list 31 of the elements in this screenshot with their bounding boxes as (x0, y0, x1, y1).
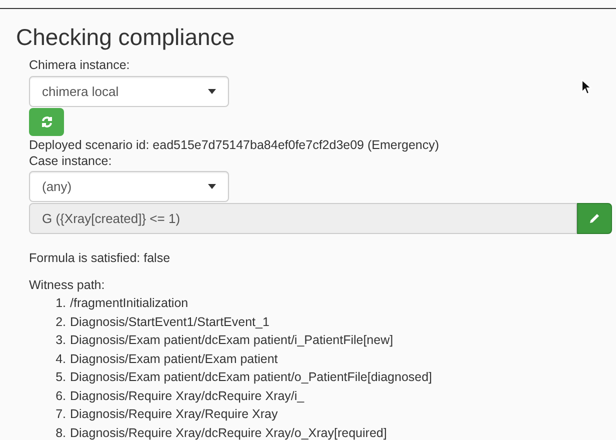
edit-button[interactable] (577, 203, 612, 234)
page-title: Checking compliance (16, 23, 236, 51)
step-number: 5. (54, 369, 66, 386)
step-number: 7. (54, 406, 66, 423)
caret-icon (208, 184, 216, 189)
witness-step: /fragmentInitialization (70, 294, 188, 312)
witness-step: Diagnosis/Require Xray/dcRequire Xray/i_ (70, 386, 304, 405)
step-number: 4. (54, 350, 66, 368)
witness-step: Diagnosis/Require Xray/Require Xray (70, 405, 278, 424)
witness-step: Diagnosis/Exam patient/dcExam patient/i_PatientFile[new] (70, 331, 394, 350)
field-label: Chimera instance: (29, 57, 131, 73)
caret-icon (208, 89, 216, 94)
step-number: 1. (54, 295, 66, 312)
refresh-button[interactable] (29, 108, 64, 136)
refresh-icon (40, 116, 52, 128)
witness-step: Diagnosis/Exam patient/Exam patient (70, 350, 278, 368)
witness-step: Diagnosis/StartEvent1/StartEvent_1 (70, 312, 270, 331)
field-label: Case instance: (29, 153, 113, 169)
step-number: 6. (54, 388, 66, 404)
step-number: 3. (54, 332, 66, 349)
deployed-scenario-text: Deployed scenario id: ead515e7d75147ba84ef0fe7cf2d3e09 (Emergency) (29, 137, 440, 153)
witness-step: Diagnosis/Exam patient/dcExam patient/o_PatientFile[diagnosed] (70, 368, 432, 386)
chimera-select[interactable]: chimera local (29, 76, 229, 107)
witness-step: Diagnosis/Require Xray/dcRequire Xray/o_Xray[required] (70, 424, 387, 440)
result-text: Formula is satisfied: false (29, 250, 172, 266)
step-number: 2. (54, 314, 66, 330)
case-select[interactable]: (any) (29, 171, 229, 202)
step-number: 8. (54, 424, 66, 440)
mouse-cursor-icon (581, 79, 592, 95)
witness-label: Witness path: (29, 277, 106, 293)
pencil-icon (589, 213, 600, 224)
